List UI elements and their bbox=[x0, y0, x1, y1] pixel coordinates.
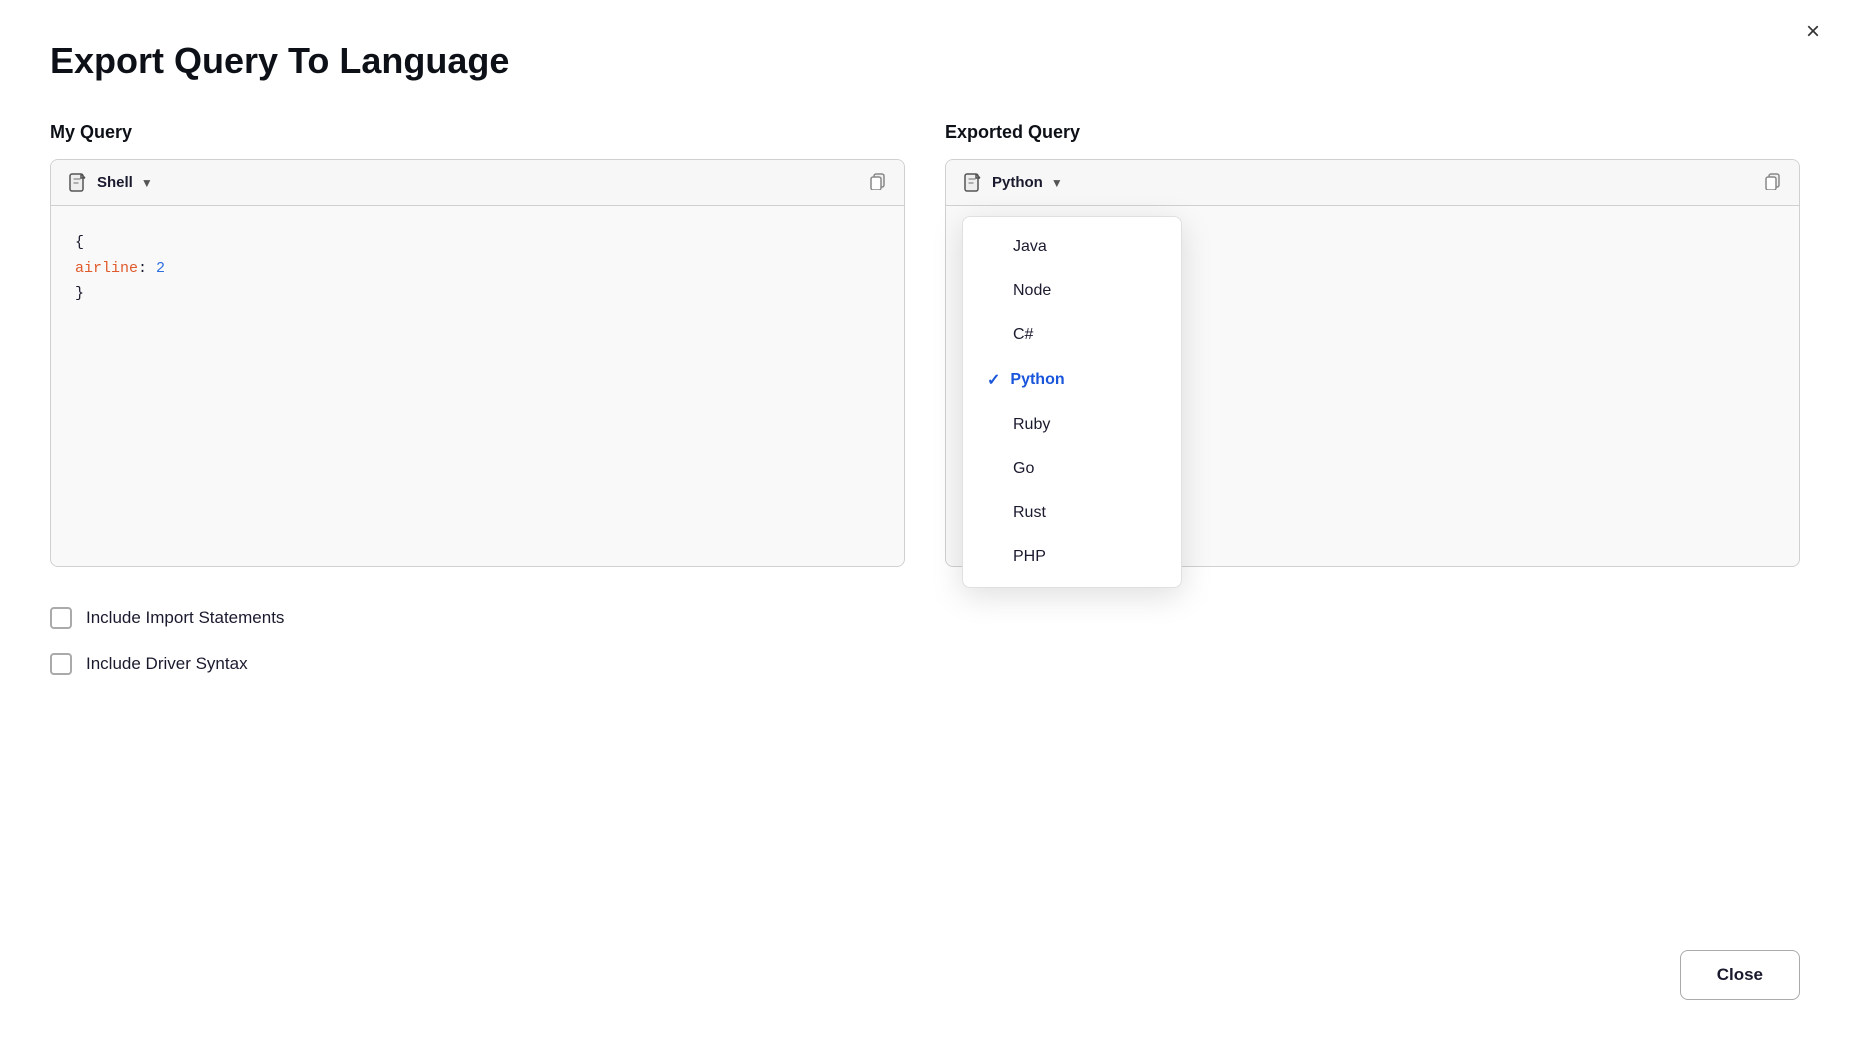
exported-lang-chevron-icon: ▼ bbox=[1051, 176, 1063, 190]
dropdown-item-java[interactable]: Java bbox=[963, 225, 1181, 269]
include-import-checkbox[interactable] bbox=[50, 607, 72, 629]
language-dropdown-menu: Java Node C# ✓ bbox=[962, 216, 1182, 588]
exported-query-toolbar: Python ▼ Java Node bbox=[946, 160, 1799, 206]
exported-copy-icon bbox=[1763, 170, 1783, 190]
my-query-panel: My Query Shell ▼ bbox=[50, 122, 905, 567]
exported-lang-name: Python bbox=[992, 174, 1043, 191]
dropdown-item-go[interactable]: Go bbox=[963, 447, 1181, 491]
copy-icon bbox=[868, 170, 888, 190]
exported-query-editor-box: Python ▼ Java Node bbox=[945, 159, 1800, 567]
dropdown-item-ruby[interactable]: Ruby bbox=[963, 403, 1181, 447]
shell-doc-icon bbox=[67, 172, 89, 194]
footer-row: Close bbox=[1680, 950, 1800, 1000]
dropdown-item-rust[interactable]: Rust bbox=[963, 491, 1181, 535]
exported-lang-dropdown-wrapper: Python ▼ Java Node bbox=[962, 172, 1063, 194]
include-import-label: Include Import Statements bbox=[86, 608, 284, 628]
include-driver-label: Include Driver Syntax bbox=[86, 654, 248, 674]
panels-row: My Query Shell ▼ bbox=[50, 122, 1800, 567]
dropdown-item-csharp[interactable]: C# bbox=[963, 313, 1181, 357]
include-driver-row[interactable]: Include Driver Syntax bbox=[50, 653, 1800, 675]
code-close-brace: } bbox=[75, 285, 84, 302]
my-query-copy-button[interactable] bbox=[868, 170, 888, 195]
modal-title: Export Query To Language bbox=[50, 40, 1800, 82]
dropdown-item-node[interactable]: Node bbox=[963, 269, 1181, 313]
my-query-lang-name: Shell bbox=[97, 174, 133, 191]
checkboxes-section: Include Import Statements Include Driver… bbox=[50, 607, 1800, 675]
code-value: 2 bbox=[156, 260, 165, 277]
python-doc-icon bbox=[962, 172, 984, 194]
code-key: airline bbox=[75, 260, 138, 277]
my-query-editor-box: Shell ▼ { airline: 2 } bbox=[50, 159, 905, 567]
my-query-label: My Query bbox=[50, 122, 905, 143]
close-footer-button[interactable]: Close bbox=[1680, 950, 1800, 1000]
exported-query-panel: Exported Query bbox=[945, 122, 1800, 567]
modal-container: × Export Query To Language My Query bbox=[0, 0, 1850, 1050]
exported-query-label: Exported Query bbox=[945, 122, 1800, 143]
my-query-content: { airline: 2 } bbox=[51, 206, 904, 566]
close-x-button[interactable]: × bbox=[1806, 20, 1820, 44]
dropdown-item-php[interactable]: PHP bbox=[963, 535, 1181, 579]
include-import-row[interactable]: Include Import Statements bbox=[50, 607, 1800, 629]
exported-lang-selector[interactable]: Python ▼ bbox=[962, 172, 1063, 194]
dropdown-item-python[interactable]: ✓ Python bbox=[963, 357, 1181, 403]
code-open-brace: { bbox=[75, 234, 84, 251]
exported-query-copy-button[interactable] bbox=[1763, 170, 1783, 195]
selected-check-icon: ✓ bbox=[987, 370, 1000, 390]
my-query-lang-selector[interactable]: Shell ▼ bbox=[67, 172, 153, 194]
my-query-toolbar: Shell ▼ bbox=[51, 160, 904, 206]
include-driver-checkbox[interactable] bbox=[50, 653, 72, 675]
my-query-chevron-icon: ▼ bbox=[141, 176, 153, 190]
